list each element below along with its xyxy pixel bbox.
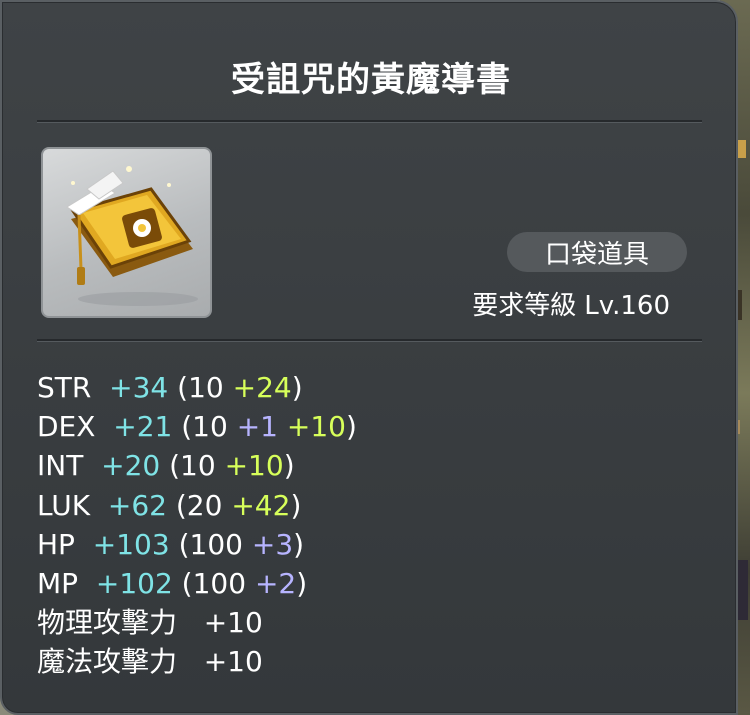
stat-name: 物理攻擊力 [37,606,178,640]
stat-name: 魔法攻擊力 [37,645,178,679]
stat-name: INT [37,449,84,483]
stat-base: 10 [180,449,216,483]
stat-star-bonus: +1 [236,410,278,444]
stat-breakdown-close: ) [293,527,305,561]
stat-name: LUK [37,488,91,522]
stat-row: HP +103 (100 +3) [37,525,357,564]
stat-total: +10 [203,645,263,679]
item-name: 受詛咒的黃魔導書 [231,60,511,100]
stat-breakdown-open: ( [160,449,181,483]
stat-star-bonus: +2 [254,566,297,600]
stat-row: DEX +21 (10 +1 +10) [37,407,357,446]
stat-breakdown-open: ( [172,566,193,600]
stat-enhance-bonus: +24 [232,371,292,404]
stat-name: HP [37,527,75,561]
stat-total: +62 [107,488,167,522]
stat-row: MP +102 (100 +2) [37,564,357,603]
divider [37,339,702,342]
stat-enhance-bonus: +42 [231,488,291,522]
stat-list: STR +34 (10 +24) DEX +21 (10 +1 +10) INT +… [37,368,357,682]
stat-star-bonus: +3 [251,527,294,561]
stat-base: 10 [192,410,228,444]
stat-name: MP [37,566,79,600]
stat-base: 100 [189,527,243,561]
stat-breakdown-close: ) [346,410,357,444]
stat-total: +103 [92,527,170,561]
stat-name: DEX [37,410,96,444]
item-type-badge: 口袋道具 [507,232,687,272]
stat-breakdown-close: ) [291,371,303,404]
stat-base: 10 [188,371,224,404]
stat-total: +21 [113,410,173,444]
golden-spellbook-icon [66,166,198,306]
stat-row: STR +34 (10 +24) [37,368,357,407]
stat-breakdown-open: ( [168,371,189,404]
stat-name: STR [37,371,92,404]
stat-breakdown-close: ) [283,449,295,483]
item-tooltip: 受詛咒的黃魔導書 口袋道具 要求等級 Lv.160 STR +34 (10 +2… [0,0,738,715]
stat-base: 20 [186,488,223,522]
stat-total: +10 [203,606,263,640]
required-level-value: Lv.160 [584,291,670,321]
stat-base: 100 [192,566,247,600]
stat-total: +34 [109,371,169,404]
divider [37,120,702,123]
stat-enhance-bonus: +10 [224,449,284,483]
required-level: 要求等級 Lv.160 [472,285,670,322]
stat-breakdown-close: ) [296,566,308,600]
stat-total: +102 [95,566,173,600]
stat-breakdown-open: ( [166,488,187,522]
stat-total: +20 [101,449,161,483]
stat-breakdown-close: ) [290,488,302,522]
stat-row: 魔法攻擊力 +10 [37,642,357,681]
stat-breakdown-open: ( [169,527,190,561]
stat-row: LUK +62 (20 +42) [37,486,357,525]
stat-row: 物理攻擊力 +10 [37,603,357,642]
item-icon-frame [41,147,212,318]
required-level-label: 要求等級 [472,291,577,321]
stat-row: INT +20 (10 +10) [37,446,357,485]
stat-breakdown-open: ( [172,410,193,444]
stat-enhance-bonus: +10 [286,410,346,444]
